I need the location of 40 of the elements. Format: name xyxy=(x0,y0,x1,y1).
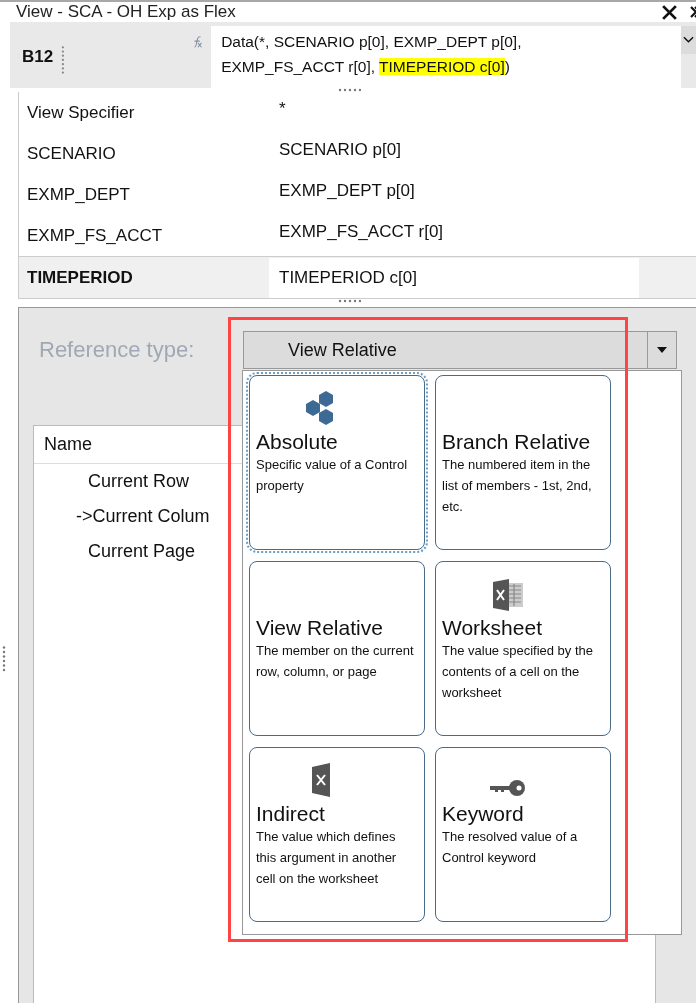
property-value[interactable]: * xyxy=(269,92,639,125)
property-name: View Specifier xyxy=(26,102,136,123)
reference-option[interactable]: Keyword The resolved value of a Control keyword xyxy=(435,747,611,922)
option-title: Worksheet xyxy=(442,616,543,640)
formula-field[interactable]: Data(*, SCENARIO p[0], EXMP_DEPT p[0], EXMP_FS_ACCT r[0], TIMEPERIOD c[0]) xyxy=(211,26,681,88)
reference-option[interactable]: Worksheet The value specified by the contents of a cell on the worksheet xyxy=(435,561,611,736)
reference-type-label: Reference type: xyxy=(38,337,196,363)
option-description: The resolved value of a Control keyword xyxy=(442,828,579,867)
property-name: EXMP_FS_ACCT xyxy=(26,225,164,246)
key-icon xyxy=(488,778,528,798)
property-name: SCENARIO xyxy=(26,143,117,164)
reference-option[interactable]: Branch Relative The numbered item in the list of members - 1st, 2nd, etc. xyxy=(435,375,611,550)
property-name: EXMP_DEPT xyxy=(26,184,131,205)
property-name: TIMEPERIOD xyxy=(26,267,134,288)
property-value[interactable]: EXMP_FS_ACCT r[0] xyxy=(269,215,639,248)
formula-text: Data(*, SCENARIO p[0], EXMP_DEPT p[0], EXMP_FS_ACCT r[0], TIMEPERIOD c[0]) xyxy=(221,32,523,77)
reference-option[interactable]: Absolute Specific value of a Control property xyxy=(249,375,425,550)
option-title: Keyword xyxy=(442,802,525,826)
reference-option[interactable]: View Relative The member on the current row, column, or page xyxy=(249,561,425,736)
cell-reference: B12 xyxy=(22,47,54,67)
option-title: Branch Relative xyxy=(442,430,592,454)
option-title: View Relative xyxy=(256,616,384,640)
property-value[interactable]: SCENARIO p[0] xyxy=(269,133,639,166)
option-title: Absolute xyxy=(256,430,339,454)
option-title: Indirect xyxy=(256,802,326,826)
spreadsheet-icon xyxy=(491,578,525,612)
option-description: The value specified by the contents of a cell on the worksheet xyxy=(442,642,595,702)
property-value[interactable]: TIMEPERIOD c[0] xyxy=(269,257,639,298)
reference-option[interactable]: Indirect The value which defines this argument in another cell on the worksheet xyxy=(249,747,425,922)
window-title: View - SCA - OH Exp as Flex xyxy=(16,2,237,22)
chevron-down-icon xyxy=(683,36,694,44)
reference-type-dropdown[interactable]: View Relative xyxy=(243,331,677,369)
option-description: The member on the current row, column, or page xyxy=(256,642,415,681)
selected-property-row[interactable]: TIMEPERIOD TIMEPERIOD c[0] xyxy=(19,256,696,298)
option-description: The value which defines this argument in another cell on the worksheet xyxy=(256,828,398,888)
property-value[interactable]: EXMP_DEPT p[0] xyxy=(269,174,639,207)
grip-icon[interactable] xyxy=(2,643,6,673)
expand-button[interactable] xyxy=(681,26,696,54)
close-icon[interactable] xyxy=(661,3,678,21)
caret-icon xyxy=(657,347,667,353)
